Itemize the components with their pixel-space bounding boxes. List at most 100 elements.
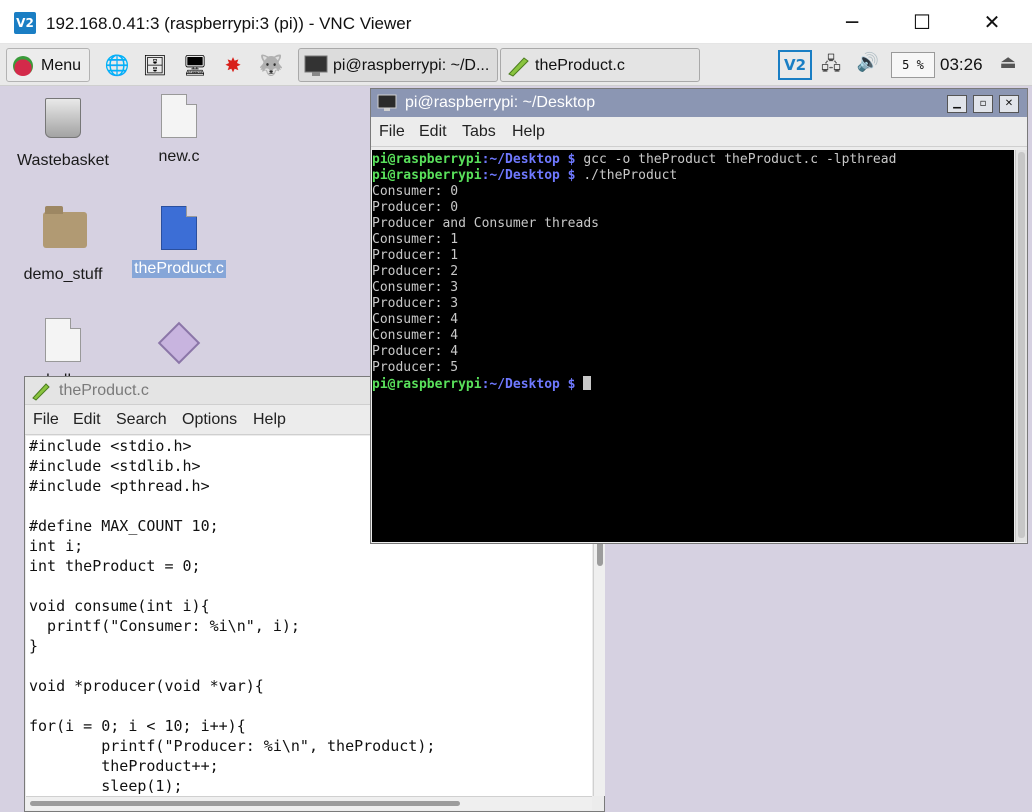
- close-button[interactable]: ✕: [972, 6, 1012, 38]
- prompt-path: :~/Desktop $: [481, 377, 584, 392]
- code-line: for(i = 0; i < 10; i++){: [29, 717, 246, 735]
- terminal-scrollbar[interactable]: [1015, 150, 1027, 542]
- code-line: sleep(1);: [29, 777, 183, 795]
- vnc-titlebar: V2 192.168.0.41:3 (raspberrypi:3 (pi)) -…: [0, 0, 1032, 44]
- vnc-window-title: 192.168.0.41:3 (raspberrypi:3 (pi)) - VN…: [46, 14, 412, 33]
- scrollbar-thumb[interactable]: [30, 801, 460, 806]
- terminal-title: pi@raspberrypi: ~/Desktop: [405, 94, 596, 111]
- wolfram-icon[interactable]: 🐺: [256, 50, 286, 80]
- prompt-user: pi@raspberrypi: [372, 377, 482, 392]
- code-line: theProduct++;: [29, 757, 219, 775]
- terminal-icon: [304, 55, 328, 76]
- prompt-path: :~/Desktop $: [481, 168, 584, 183]
- executable-icon: [157, 321, 201, 365]
- desktop-icon-wastebasket[interactable]: Wastebasket: [8, 94, 118, 170]
- terminal-line: pi@raspberrypi:~/Desktop $: [372, 376, 1014, 393]
- web-browser-icon[interactable]: 🌐: [102, 50, 132, 80]
- terminal-command: ./theProduct: [583, 168, 678, 183]
- terminal-close-button[interactable]: ✕: [999, 95, 1019, 113]
- terminal-line: Producer: 5: [372, 360, 459, 375]
- editor-horizontal-scrollbar[interactable]: [26, 796, 592, 810]
- desktop-icon-new-c[interactable]: new.c: [124, 94, 234, 166]
- clock[interactable]: 03:26: [940, 55, 983, 75]
- menu-edit[interactable]: Edit: [419, 123, 447, 141]
- minimize-button[interactable]: ─: [832, 6, 872, 38]
- terminal-line: Producer and Consumer threads: [372, 216, 599, 231]
- menu-file[interactable]: File: [379, 123, 405, 141]
- text-cursor: [583, 376, 592, 390]
- desktop-icon-label: demo_stuff: [23, 266, 103, 283]
- prompt-path: :~/Desktop $: [481, 152, 584, 167]
- text-editor-icon: [508, 57, 529, 77]
- menu-help[interactable]: Help: [512, 123, 545, 141]
- menu-label: Menu: [41, 57, 82, 74]
- desktop-icon-label: new.c: [158, 148, 200, 165]
- cpu-usage-monitor: 5 %: [891, 52, 935, 78]
- terminal-titlebar[interactable]: pi@raspberrypi: ~/Desktop ▁ ▫ ✕: [371, 89, 1027, 117]
- menu-search[interactable]: Search: [116, 411, 167, 429]
- terminal-line: Producer: 2: [372, 264, 459, 279]
- volume-icon[interactable]: 🔊: [850, 52, 886, 78]
- vnc-logo-icon: V2: [14, 12, 36, 34]
- terminal-line: Producer: 3: [372, 296, 459, 311]
- code-line: void consume(int i){: [29, 597, 210, 615]
- folder-icon: [43, 206, 87, 248]
- terminal-line: Consumer: 4: [372, 312, 459, 327]
- terminal-line: Producer: 0: [372, 200, 459, 215]
- terminal-window: pi@raspberrypi: ~/Desktop ▁ ▫ ✕ File Edi…: [370, 88, 1028, 544]
- code-line: int theProduct = 0;: [29, 557, 201, 575]
- text-file-icon: [161, 94, 197, 138]
- prompt-user: pi@raspberrypi: [372, 152, 482, 167]
- eject-icon[interactable]: ⏏: [996, 52, 1020, 78]
- desktop-icon-label: Wastebasket: [17, 152, 109, 169]
- desktop-icon-demo-stuff[interactable]: demo_stuff: [8, 206, 118, 284]
- maximize-button[interactable]: ☐: [902, 6, 942, 38]
- taskbar-item-terminal-label: pi@raspberrypi: ~/D...: [333, 57, 490, 74]
- terminal-minimize-button[interactable]: ▁: [947, 95, 967, 113]
- terminal-line: pi@raspberrypi:~/Desktop $ gcc -o thePro…: [372, 152, 1014, 168]
- c-source-file-icon: [161, 206, 197, 250]
- code-line: printf("Consumer: %i\n", i);: [29, 617, 300, 635]
- code-line: }: [29, 637, 39, 655]
- network-icon[interactable]: 🖧: [816, 52, 846, 78]
- math-kernel-icon[interactable]: ✸: [218, 50, 248, 80]
- scrollbar-thumb[interactable]: [1018, 152, 1025, 538]
- terminal-maximize-button[interactable]: ▫: [973, 95, 993, 113]
- file-manager-icon[interactable]: 🗄: [140, 50, 170, 80]
- terminal-line: pi@raspberrypi:~/Desktop $ ./theProduct: [372, 168, 1014, 184]
- vnc-server-icon[interactable]: V2: [778, 50, 812, 80]
- text-file-icon: [45, 318, 81, 362]
- terminal-line: Consumer: 3: [372, 280, 459, 295]
- terminal-launcher-icon[interactable]: 🖥: [180, 50, 210, 80]
- menu-file[interactable]: File: [33, 411, 59, 429]
- menu-tabs[interactable]: Tabs: [462, 123, 496, 141]
- taskbar-item-editor-label: theProduct.c: [535, 57, 625, 74]
- text-editor-icon: [32, 383, 50, 401]
- code-line: void *producer(void *var){: [29, 677, 264, 695]
- terminal-line: Producer: 1: [372, 248, 459, 263]
- terminal-icon: [377, 94, 397, 111]
- terminal-output[interactable]: pi@raspberrypi:~/Desktop $ gcc -o thePro…: [372, 150, 1014, 542]
- taskbar-item-editor[interactable]: theProduct.c: [500, 48, 700, 82]
- wastebasket-icon: [45, 98, 81, 138]
- code-line: printf("Producer: %i\n", theProduct);: [29, 737, 436, 755]
- taskbar-panel: Menu 🌐 🗄 🖥 ✸ 🐺 pi@raspberrypi: ~/D... th…: [0, 44, 1032, 86]
- desktop-icon-theproduct-c[interactable]: theProduct.c: [124, 206, 234, 278]
- desktop-icon-label: theProduct.c: [132, 260, 226, 278]
- terminal-line: Consumer: 1: [372, 232, 459, 247]
- terminal-line: Producer: 4: [372, 344, 459, 359]
- menu-help[interactable]: Help: [253, 411, 286, 429]
- raspberry-pi-icon: [13, 56, 33, 76]
- menu-edit[interactable]: Edit: [73, 411, 101, 429]
- terminal-command: gcc -o theProduct theProduct.c -lpthread: [583, 152, 897, 167]
- terminal-line: Consumer: 4: [372, 328, 459, 343]
- taskbar-item-terminal[interactable]: pi@raspberrypi: ~/D...: [298, 48, 498, 82]
- terminal-menubar: File Edit Tabs Help: [371, 117, 1027, 147]
- menu-button[interactable]: Menu: [6, 48, 90, 82]
- terminal-line: Consumer: 0: [372, 184, 459, 199]
- editor-title: theProduct.c: [59, 382, 149, 399]
- menu-options[interactable]: Options: [182, 411, 237, 429]
